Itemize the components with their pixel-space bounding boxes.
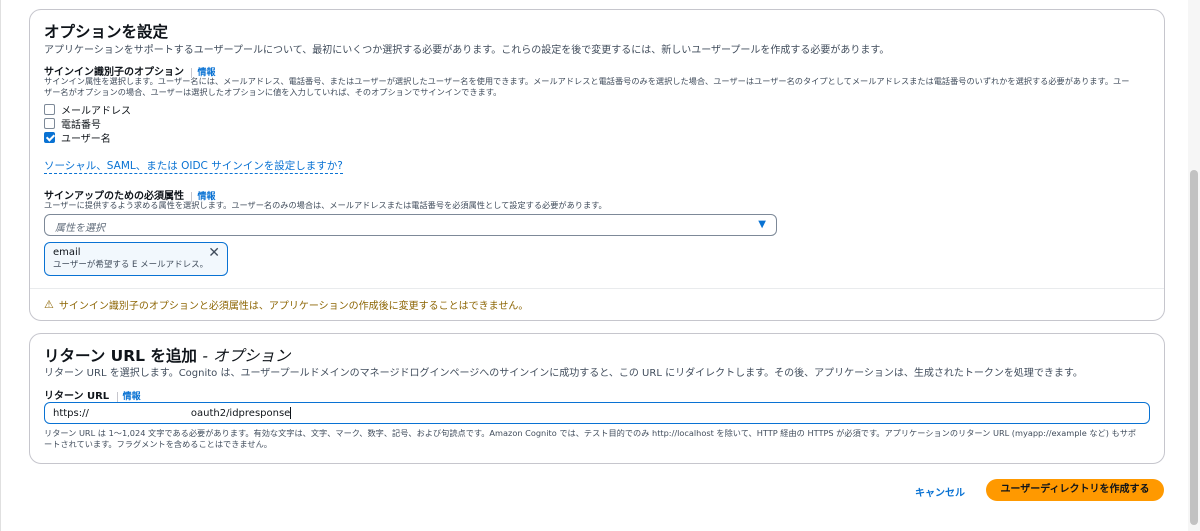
return-url-help-line-2: ートされています。フラグメントを含めることはできません。 [44,439,272,449]
page-frame: オプションを設定 アプリケーションをサポートするユーザープールについて、最初にい… [0,0,1200,531]
options-title: オプションを設定 [44,23,169,41]
attribute-select[interactable]: 属性を選択 ▼ [44,214,777,236]
checkbox-email-label: メールアドレス [61,106,131,117]
return-url-title: リターン URL を追加 - オプション [44,344,290,366]
scrollbar[interactable] [1188,0,1200,531]
return-url-help-line-1: リターン URL は 1～1,024 文字である必要があります。有効な文字は、文… [44,428,1137,438]
checkbox-email[interactable] [44,104,55,115]
return-url-label-text: リターン URL [44,391,110,402]
return-url-help-text: リターン URL は 1～1,024 文字である必要があります。有効な文字は、文… [44,428,1136,450]
close-icon[interactable]: ✕ [208,245,220,261]
email-attribute-token: email ユーザーが希望する E メールアドレス。 ✕ [44,242,228,276]
signin-help-line-1: サインイン属性を選択します。ユーザー名には、メールアドレス、電話番号、またはユー… [44,76,1130,86]
token-description: ユーザーが希望する E メールアドレス。 [53,260,209,270]
return-url-label: リターン URL 情報 [44,387,141,402]
cancel-button[interactable]: キャンセル [915,484,965,499]
options-description: アプリケーションをサポートするユーザープールについて、最初にいくつか選択する必要… [44,45,890,56]
attribute-select-placeholder: 属性を選択 [55,223,105,234]
checkbox-username-row[interactable]: ユーザー名 [44,130,111,145]
checkbox-phone-row[interactable]: 電話番号 [44,116,101,131]
signin-help-text: サインイン属性を選択します。ユーザー名には、メールアドレス、電話番号、またはユー… [44,76,1129,98]
checkbox-phone[interactable] [44,118,55,129]
signin-help-line-2: ザー名がオプションの場合、ユーザーは選択したオプションに値を入力していれば、その… [44,87,502,97]
checkbox-username-label: ユーザー名 [61,134,111,145]
warning-text: サインイン識別子のオプションと必須属性は、アプリケーションの作成後に変更すること… [58,301,529,312]
return-url-input[interactable]: https:// oauth2/idpresponse [44,402,1150,424]
return-url-info-link[interactable]: 情報 [116,392,141,402]
return-url-suffix: oauth2/idpresponse [190,408,291,419]
checkbox-username[interactable] [44,132,55,143]
token-name: email [53,247,81,258]
checkbox-phone-label: 電話番号 [61,120,101,131]
return-url-title-text: リターン URL を追加 [44,347,197,365]
checkbox-email-row[interactable]: メールアドレス [44,102,131,117]
options-panel: オプションを設定 アプリケーションをサポートするユーザープールについて、最初にい… [29,9,1165,321]
caret-down-icon: ▼ [758,219,766,230]
return-url-description: リターン URL を選択します。Cognito は、ユーザープールドメインのマネ… [44,368,1083,379]
return-url-prefix: https:// [53,408,89,419]
warning-icon: ⚠ [44,298,54,311]
scrollbar-thumb[interactable] [1190,170,1198,525]
return-url-title-suffix: - オプション [202,347,291,365]
create-user-directory-button[interactable]: ユーザーディレクトリを作成する [986,479,1164,501]
social-saml-oidc-link[interactable]: ソーシャル、SAML、または OIDC サインインを設定しますか? [44,158,343,174]
return-url-panel: リターン URL を追加 - オプション リターン URL を選択します。Cog… [29,333,1165,464]
warning-alert: ⚠ サインイン識別子のオプションと必須属性は、アプリケーションの作成後に変更する… [44,297,528,312]
text-cursor [290,407,292,419]
divider [30,288,1164,289]
signup-help-text: ユーザーに提供するよう求める属性を選択します。ユーザー名のみの場合は、メールアド… [44,200,607,210]
